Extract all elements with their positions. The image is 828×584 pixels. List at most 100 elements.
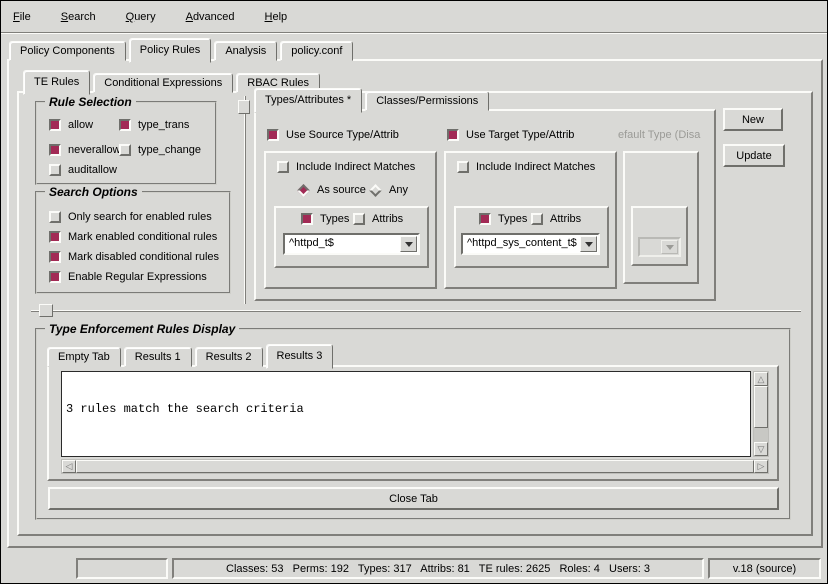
checkbox-use-target[interactable]: Use Target Type/Attrib [447, 129, 574, 141]
checkbox-type-trans[interactable]: type_trans [119, 119, 189, 131]
checkbox-mark-disabled[interactable]: Mark disabled conditional rules [49, 251, 219, 263]
only-enabled-checkbox-indicator[interactable] [49, 211, 61, 223]
use-source-checkbox-indicator[interactable] [267, 129, 279, 141]
any-label: Any [389, 184, 408, 196]
scroll-down-arrow-icon[interactable]: ▽ [754, 442, 768, 456]
mark-enabled-checkbox-indicator[interactable] [49, 231, 61, 243]
status-empty-box [76, 558, 168, 579]
checkbox-use-source[interactable]: Use Source Type/Attrib [267, 129, 399, 141]
menu-advanced[interactable]: Advanced [182, 9, 239, 25]
type-change-checkbox-indicator[interactable] [119, 144, 131, 156]
target-indirect-label: Include Indirect Matches [476, 161, 595, 173]
horizontal-scrollbar[interactable]: ◁ ▷ [61, 459, 769, 474]
allow-label: allow [68, 119, 93, 131]
chevron-down-icon [585, 242, 593, 251]
checkbox-mark-enabled[interactable]: Mark enabled conditional rules [49, 231, 217, 243]
use-source-label: Use Source Type/Attrib [286, 129, 399, 141]
tab-te-rules[interactable]: TE Rules [23, 70, 90, 95]
horizontal-scrollbar-thumb[interactable] [76, 460, 754, 473]
menu-query[interactable]: Query [122, 9, 160, 25]
checkbox-neverallow[interactable]: neverallow [49, 144, 121, 156]
tab-analysis[interactable]: Analysis [214, 41, 277, 61]
target-type-value[interactable]: ^httpd_sys_content_t$ [463, 235, 579, 253]
default-type-value [640, 239, 660, 255]
default-type-combobox [638, 237, 681, 257]
tab-classes-permissions[interactable]: Classes/Permissions [365, 91, 489, 111]
checkbox-type-change[interactable]: type_change [119, 144, 201, 156]
checkbox-source-indirect[interactable]: Include Indirect Matches [277, 161, 415, 173]
target-type-combobox[interactable]: ^httpd_sys_content_t$ [461, 233, 600, 255]
menu-separator [1, 32, 827, 34]
source-type-dropdown-button[interactable] [400, 236, 417, 252]
use-target-checkbox-indicator[interactable] [447, 129, 459, 141]
tab-results-1[interactable]: Results 1 [124, 347, 192, 367]
any-radio-indicator[interactable] [369, 184, 382, 197]
update-button[interactable]: Update [723, 144, 785, 167]
target-types-label: Types [498, 213, 527, 225]
type-trans-label: type_trans [138, 119, 189, 131]
horizontal-sash-handle[interactable] [39, 304, 53, 317]
scroll-right-arrow-icon[interactable]: ▷ [754, 460, 768, 473]
as-source-radio-indicator[interactable] [297, 184, 310, 197]
tab-policy-conf[interactable]: policy.conf [280, 41, 353, 61]
status-stats-text: Classes: 53 Perms: 192 Types: 317 Attrib… [226, 563, 650, 575]
source-type-value[interactable]: ^httpd_t$ [285, 235, 399, 253]
target-types-checkbox-indicator[interactable] [479, 213, 491, 225]
allow-checkbox-indicator[interactable] [49, 119, 61, 131]
source-attribs-checkbox-indicator[interactable] [353, 213, 365, 225]
results-text-area[interactable]: 3 rules match the search criteria (5822)… [61, 371, 751, 457]
status-version-text: v.18 (source) [733, 563, 796, 575]
menu-help[interactable]: Help [261, 9, 292, 25]
checkbox-only-enabled[interactable]: Only search for enabled rules [49, 211, 212, 223]
regex-checkbox-indicator[interactable] [49, 271, 61, 283]
new-button[interactable]: New [723, 108, 783, 131]
vertical-sash-handle[interactable] [238, 100, 250, 114]
source-type-combobox[interactable]: ^httpd_t$ [283, 233, 420, 255]
scroll-up-arrow-icon[interactable]: △ [754, 372, 768, 386]
tab-policy-rules[interactable]: Policy Rules [129, 38, 212, 63]
menu-bar: File Search Query Advanced Help [9, 6, 291, 28]
checkbox-auditallow[interactable]: auditallow [49, 164, 117, 176]
tab-types-attributes[interactable]: Types/Attributes * [254, 88, 362, 113]
type-change-label: type_change [138, 144, 201, 156]
checkbox-target-types[interactable]: Types [479, 213, 527, 225]
auditallow-checkbox-indicator[interactable] [49, 164, 61, 176]
target-attribs-label: Attribs [550, 213, 581, 225]
status-stats: Classes: 53 Perms: 192 Types: 317 Attrib… [172, 558, 704, 579]
tab-results-2[interactable]: Results 2 [195, 347, 263, 367]
checkbox-source-attribs[interactable]: Attribs [353, 213, 403, 225]
vertical-scrollbar[interactable]: △ ▽ [753, 371, 769, 457]
menu-file[interactable]: File [9, 9, 35, 25]
vertical-scrollbar-trough[interactable] [754, 428, 768, 442]
default-type-label: efault Type (Disa [618, 129, 712, 143]
source-types-checkbox-indicator[interactable] [301, 213, 313, 225]
checkbox-regex[interactable]: Enable Regular Expressions [49, 271, 207, 283]
auditallow-label: auditallow [68, 164, 117, 176]
type-trans-checkbox-indicator[interactable] [119, 119, 131, 131]
checkbox-allow[interactable]: allow [49, 119, 93, 131]
target-attribs-checkbox-indicator[interactable] [531, 213, 543, 225]
target-type-dropdown-button[interactable] [580, 236, 597, 252]
source-indirect-checkbox-indicator[interactable] [277, 161, 289, 173]
vertical-scrollbar-thumb[interactable] [754, 386, 768, 428]
status-version: v.18 (source) [708, 558, 821, 579]
checkbox-source-types[interactable]: Types [301, 213, 349, 225]
menu-search[interactable]: Search [57, 9, 100, 25]
default-type-inner-frame [631, 206, 688, 266]
vertical-sash[interactable] [244, 96, 246, 304]
mark-enabled-label: Mark enabled conditional rules [68, 231, 217, 243]
horizontal-sash[interactable] [31, 310, 801, 312]
checkbox-target-attribs[interactable]: Attribs [531, 213, 581, 225]
radio-as-source[interactable]: As source [297, 184, 366, 196]
target-indirect-checkbox-indicator[interactable] [457, 161, 469, 173]
scroll-left-arrow-icon[interactable]: ◁ [62, 460, 76, 473]
mark-disabled-checkbox-indicator[interactable] [49, 251, 61, 263]
neverallow-checkbox-indicator[interactable] [49, 144, 61, 156]
checkbox-target-indirect[interactable]: Include Indirect Matches [457, 161, 595, 173]
tab-conditional-expressions[interactable]: Conditional Expressions [93, 73, 233, 93]
tab-results-3[interactable]: Results 3 [266, 344, 334, 369]
tab-empty[interactable]: Empty Tab [47, 347, 121, 367]
close-tab-button[interactable]: Close Tab [48, 487, 779, 510]
tab-policy-components[interactable]: Policy Components [9, 41, 126, 61]
radio-any[interactable]: Any [369, 184, 408, 196]
